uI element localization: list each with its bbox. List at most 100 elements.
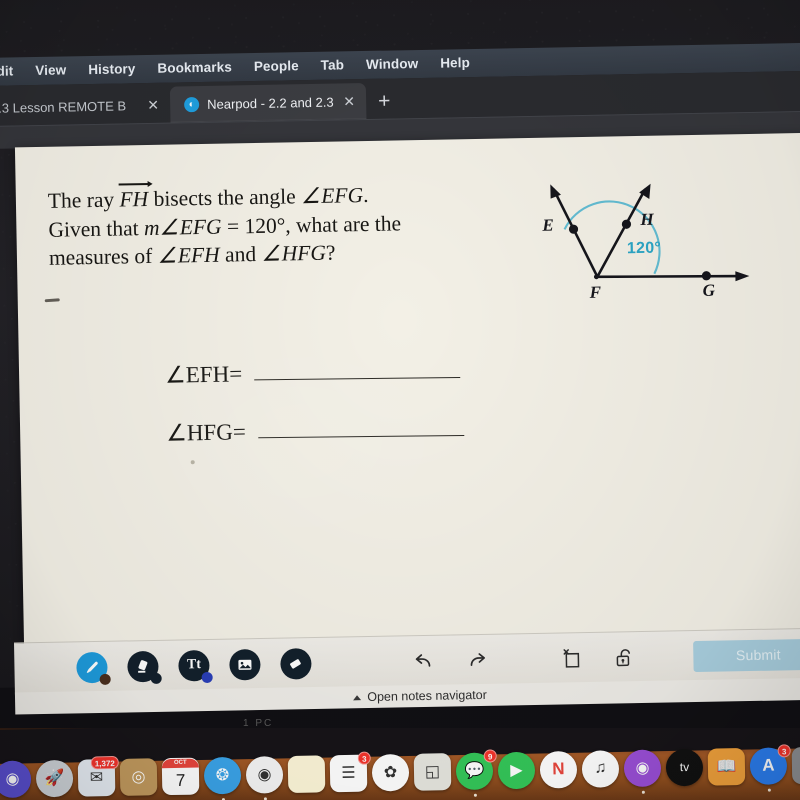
problem-text-8: ? [325, 240, 336, 265]
angle-efh-notation: EFH [157, 243, 220, 268]
clear-page-button[interactable] [555, 643, 590, 674]
unlock-button[interactable] [607, 642, 642, 673]
angle-efg-notation: EFG [301, 183, 364, 208]
dock-icon-system-preferences[interactable]: ⚙ [791, 746, 800, 784]
problem-text-2: bisects the angle [147, 184, 302, 211]
dock-badge: 3 [777, 743, 791, 757]
paper-speck [190, 460, 195, 465]
reminders-glyph: ☰ [341, 764, 356, 783]
menu-item-history[interactable]: History [77, 55, 147, 84]
tab-close-icon[interactable]: ✕ [342, 93, 356, 109]
ray-fg-arrowhead [735, 271, 750, 282]
apple-tv-glyph: tv [679, 759, 690, 775]
new-tab-button[interactable]: + [366, 84, 403, 119]
itunes-glyph: ♫ [594, 759, 607, 777]
color-swatch[interactable] [99, 673, 111, 685]
answer-label: ∠HFG= [165, 419, 247, 446]
menu-item-view[interactable]: View [24, 56, 77, 85]
menu-item-help[interactable]: Help [429, 49, 481, 78]
answer-blank-line[interactable] [257, 434, 464, 439]
answer-row-1: ∠EFH= [165, 357, 463, 388]
label-e: E [542, 215, 554, 235]
dock-icon-app-store[interactable]: A3 [749, 743, 791, 792]
point-e-dot [568, 224, 579, 234]
photos-glyph: ✿ [383, 764, 398, 782]
angle-hfg-notation: HFG [261, 241, 326, 266]
color-swatch[interactable] [150, 672, 162, 684]
menu-item-window[interactable]: Window [355, 50, 430, 79]
answer-blanks: ∠EFH= ∠HFG= [165, 357, 465, 478]
browser-tab-2[interactable]: ◐ Nearpod - 2.2 and 2.3 Geomet ✕ [169, 82, 367, 123]
dock-icon-facetime[interactable]: ▶ [497, 751, 536, 789]
dock-icon-launchpad[interactable]: 🚀 [35, 759, 74, 797]
problem-text-7: and [219, 242, 262, 267]
text-tool-label: Tt [186, 657, 202, 673]
point-g-dot [701, 271, 711, 281]
geometry-figure: E H F G 120° [497, 164, 750, 309]
image-tool[interactable] [229, 648, 261, 681]
tab-title: .3 Lesson REMOTE B [0, 97, 127, 116]
dock-icon-notes[interactable] [287, 754, 326, 793]
news-glyph: N [552, 759, 565, 779]
dock-icon-mail[interactable]: ✉ 1,372 [77, 755, 119, 800]
answer-blank-line[interactable] [254, 377, 461, 381]
problem-text-3: . [362, 182, 369, 208]
notes-navigator-label: Open notes navigator [367, 687, 487, 705]
toolbar-actions-group [403, 642, 642, 676]
eraser-tool[interactable] [280, 647, 312, 680]
dock-icon-podcasts[interactable]: ◉ [623, 748, 662, 794]
problem-text-1: The ray [47, 187, 120, 213]
dock-icon-itunes[interactable]: ♫ [581, 749, 620, 788]
dock-icon-apple-tv[interactable]: tv [665, 748, 704, 786]
dock-icon-reminders[interactable]: ☰ 3 [329, 751, 371, 792]
dock-icon-news[interactable]: N [539, 750, 578, 789]
nearpod-favicon-icon: ◐ [184, 96, 200, 112]
facetime-glyph: ▶ [510, 761, 523, 780]
label-h: H [640, 209, 654, 229]
launchpad-glyph: 🚀 [44, 769, 65, 788]
highlighter-tool[interactable] [127, 650, 162, 684]
problem-text-5: = 120°, what are the [221, 210, 402, 239]
calendar-day: 7 [175, 770, 186, 790]
mail-glyph: ✉ [89, 769, 104, 787]
text-tool[interactable]: Tt [178, 649, 213, 683]
screen-watermark: 1 PC [243, 718, 274, 729]
dock-icon-photos[interactable]: ✿ [371, 753, 410, 792]
calendar-month: OCT [161, 758, 199, 768]
problem-statement: The ray FH bisects the angle EFG. Given … [48, 179, 479, 273]
dock-icon-chrome[interactable]: ◉ [245, 755, 284, 800]
tab-close-icon[interactable]: ✕ [146, 97, 160, 113]
menu-item-dit[interactable]: dit [0, 57, 25, 86]
menu-item-bookmarks[interactable]: Bookmarks [146, 53, 243, 83]
dock-icon-maps[interactable]: ◱ [413, 752, 452, 791]
angle-efg-notation-2: EFG [159, 214, 222, 239]
color-swatch[interactable] [201, 671, 213, 683]
answer-row-2: ∠HFG= [166, 415, 464, 446]
pen-tool[interactable] [76, 651, 111, 685]
menu-item-tab[interactable]: Tab [309, 51, 355, 80]
dock-icon-siri[interactable]: ◉ [0, 759, 32, 798]
dock-badge: 9 [483, 748, 497, 763]
browser-tab-1[interactable]: .3 Lesson REMOTE B ✕ [0, 87, 170, 126]
running-indicator [767, 788, 771, 792]
running-indicator [473, 793, 477, 797]
messages-glyph: 💬 [464, 762, 485, 780]
dock-icon-messages[interactable]: 💬 9 [455, 748, 497, 797]
undo-button[interactable] [407, 646, 442, 677]
tab-title: Nearpod - 2.2 and 2.3 Geomet [207, 94, 334, 112]
running-indicator [263, 796, 267, 800]
running-indicator [641, 790, 645, 794]
dock-badge: 1,372 [90, 755, 119, 769]
menu-item-people[interactable]: People [243, 52, 310, 81]
safari-glyph: ❂ [215, 767, 230, 785]
maps-glyph: ◱ [424, 763, 441, 781]
caret-up-icon [353, 694, 362, 700]
dock-icon-safari[interactable]: ❂ [203, 756, 242, 800]
dock-icon-calendar[interactable]: OCT 7 [161, 757, 200, 795]
dock-icon-contacts[interactable]: ◎ [119, 757, 158, 796]
submit-button[interactable]: Submit [693, 638, 800, 672]
dock-icon-books[interactable]: 📖 [707, 747, 746, 786]
problem-text-6: measures of [48, 244, 158, 271]
dock-badge: 3 [357, 751, 371, 765]
redo-button[interactable] [459, 645, 494, 676]
